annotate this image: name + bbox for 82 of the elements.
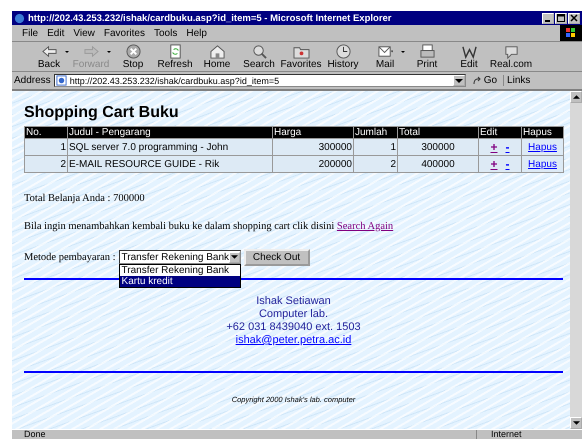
column-header: Judul - Pengarang [68, 127, 272, 138]
close-button[interactable] [568, 12, 580, 24]
dropdown-option[interactable]: Kartu kredit [120, 276, 240, 287]
menu-item[interactable]: Edit [47, 28, 64, 38]
page-icon [56, 75, 67, 86]
table-cell: 400000 [398, 156, 478, 172]
contact-line: Ishak Setiawan [256, 295, 331, 308]
table-cell: SQL server 7.0 programming - John [68, 139, 272, 155]
toolbar-button[interactable]: Real.com [490, 44, 532, 70]
minimize-button[interactable] [542, 12, 554, 24]
mail-icon [376, 44, 394, 58]
table-cell: E-MAIL RESOURCE GUIDE - Rik [68, 156, 272, 172]
contact-line: +62 031 8439040 ext. 1503 [226, 321, 361, 334]
column-header: Harga [273, 127, 353, 138]
close-icon [570, 14, 578, 22]
forward-arrow-icon [82, 44, 100, 58]
edit-icon [460, 44, 478, 58]
history-icon [334, 44, 352, 58]
vertical-scrollbar[interactable] [570, 91, 582, 429]
toolbar-button[interactable]: History [322, 44, 364, 70]
search-icon [250, 44, 268, 58]
speech-bubble-icon [502, 44, 520, 58]
page-heading: Shopping Cart Buku [24, 104, 180, 122]
go-button[interactable]: Go [468, 75, 500, 86]
total-text: Total Belanja Anda : 700000 [24, 193, 146, 204]
status-text: Done [23, 430, 47, 439]
menu-item[interactable]: Tools [154, 28, 178, 38]
browser-logo-icon [14, 12, 25, 24]
column-header: No. [25, 127, 67, 138]
table-cell: 1 [354, 139, 397, 155]
caret-icon [401, 50, 405, 52]
toolbar-button[interactable]: Home [196, 44, 238, 70]
email-link[interactable]: ishak@peter.petra.ac.id [236, 334, 352, 347]
home-icon [208, 44, 226, 58]
menu-item[interactable]: View [73, 28, 95, 38]
back-arrow-icon [40, 44, 58, 58]
table-cell: 2 [25, 156, 67, 172]
toolbar-button[interactable]: Print [406, 44, 448, 70]
toolbar-button[interactable]: Search [238, 44, 280, 70]
window-title: http://202.43.253.232/ishak/cardbuku.asp?id_item=5 - Microsoft Internet Explorer [28, 12, 392, 24]
zone-text: Internet [476, 430, 582, 439]
table-cell: 1 [25, 139, 67, 155]
column-header: Total [398, 127, 478, 138]
caret-icon [65, 50, 69, 52]
maximize-button[interactable] [555, 12, 567, 24]
table-cell: 2 [354, 156, 397, 172]
search-again-text: Bila ingin menambahkan kembali buku ke dalam shopping cart clik disini Search Again [24, 221, 394, 232]
increase-link[interactable]: + [490, 157, 498, 171]
check-out-button[interactable]: Check Out [244, 248, 310, 266]
links-button[interactable]: Links [503, 75, 534, 86]
toolbar-button[interactable]: Edit [448, 44, 490, 70]
address-label: Address [14, 75, 51, 86]
payment-label: Metode pembayaran : [24, 252, 116, 262]
menu-item[interactable]: File [22, 28, 38, 38]
search-again-link[interactable]: Search Again [336, 221, 394, 232]
printer-icon [418, 44, 436, 58]
dropdown-option[interactable]: Transfer Rekening Bank [120, 265, 240, 276]
caret-icon [107, 50, 111, 52]
stop-icon [124, 44, 142, 58]
toolbar-button[interactable]: Favorites [280, 44, 322, 70]
increase-link[interactable]: + [490, 140, 498, 154]
menu-item[interactable]: Help [186, 28, 207, 38]
column-header: Jumlah [354, 127, 397, 138]
decrease-link[interactable]: - [506, 140, 510, 154]
maximize-icon [557, 14, 565, 22]
menu-item[interactable]: Favorites [104, 28, 145, 38]
column-header: Edit [479, 127, 521, 138]
contact-line: Computer lab. [258, 308, 328, 321]
toolbar-button[interactable]: Stop [112, 44, 154, 70]
go-arrow-icon [472, 76, 482, 86]
table-cell: 300000 [273, 139, 353, 155]
toolbar-button[interactable]: Mail [364, 44, 406, 70]
toolbar-button[interactable]: Back [28, 44, 70, 70]
toolbar-button[interactable]: Refresh [154, 44, 196, 70]
scroll-up-icon [570, 91, 582, 103]
table-cell: 200000 [273, 156, 353, 172]
decrease-link[interactable]: - [506, 157, 510, 171]
table-cell: 300000 [398, 139, 478, 155]
address-field[interactable]: http://202.43.253.232/ishak/cardbuku.asp?id_item=5 [54, 74, 466, 87]
windows-logo-icon [560, 25, 582, 41]
column-header: Hapus [522, 127, 563, 138]
payment-dropdown[interactable]: Transfer Rekening Bank [118, 250, 241, 264]
